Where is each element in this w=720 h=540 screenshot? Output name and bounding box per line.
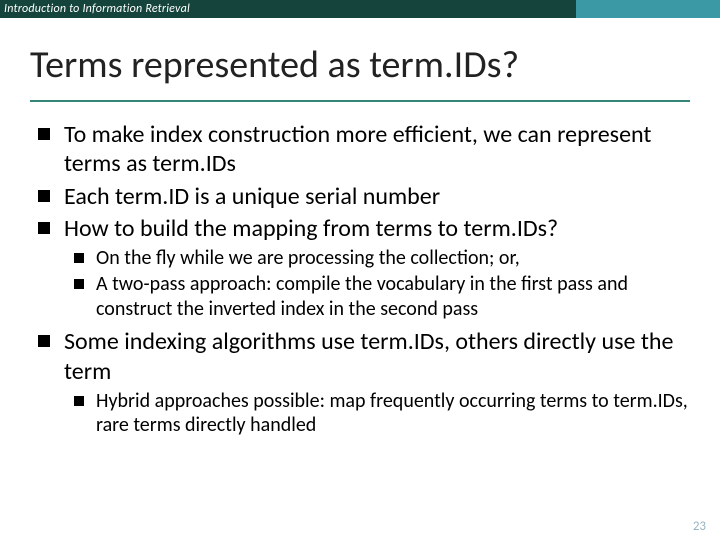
bullet-text: Each term.ID is a unique serial number [64,182,440,211]
course-label: Introduction to Information Retrieval [0,2,190,16]
bullet-item: How to build the mapping from terms to t… [34,214,690,321]
sub-bullet-item: A two-pass approach: compile the vocabul… [70,272,690,321]
bullet-text: Hybrid approaches possible: map frequent… [96,389,688,437]
bullet-item: Each term.ID is a unique serial number [34,182,690,211]
bullet-item: Some indexing algorithms use term.IDs, o… [34,327,690,437]
bullet-text: To make index construction more efficien… [64,120,651,178]
title-underline [30,100,690,102]
bullet-text: A two-pass approach: compile the vocabul… [96,272,628,320]
sub-bullet-item: On the fly while we are processing the c… [70,246,690,270]
slide-title: Terms represented as term.IDs? [30,42,519,88]
bullet-item: To make index construction more efficien… [34,120,690,179]
bullet-text: How to build the mapping from terms to t… [64,214,558,243]
header-bar: Introduction to Information Retrieval [0,0,576,18]
bullet-text: Some indexing algorithms use term.IDs, o… [64,327,673,385]
sub-bullet-item: Hybrid approaches possible: map frequent… [70,389,690,438]
bullet-text: On the fly while we are processing the c… [96,246,520,270]
slide-body: To make index construction more efficien… [34,120,690,444]
header-accent [576,0,720,18]
page-number: 23 [693,519,706,534]
